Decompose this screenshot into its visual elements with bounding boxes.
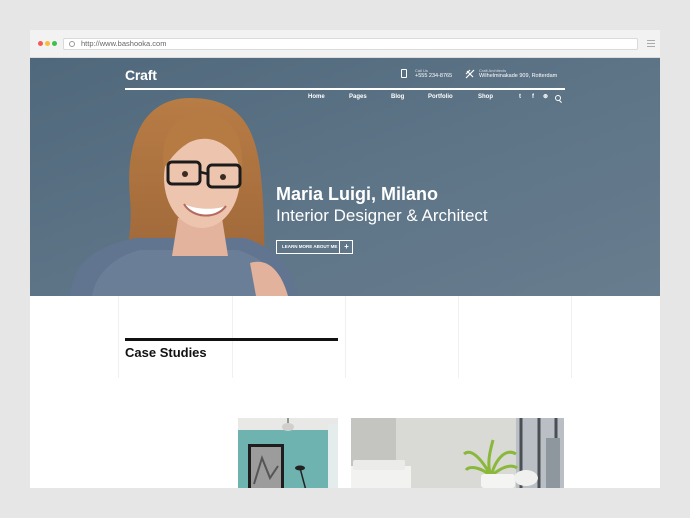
close-window-button[interactable] bbox=[38, 41, 43, 46]
phone-label: Call Us bbox=[415, 68, 428, 73]
nav-pages[interactable]: Pages bbox=[349, 94, 367, 100]
phone-icon bbox=[401, 69, 407, 78]
grid-line bbox=[345, 296, 346, 378]
nav-home[interactable]: Home bbox=[308, 94, 325, 100]
pinterest-icon[interactable]: ⊛ bbox=[543, 94, 548, 101]
header-divider bbox=[125, 88, 565, 90]
grid-line bbox=[458, 296, 459, 378]
phone-contact: Call Us +555 234-8765 bbox=[415, 68, 452, 80]
learn-more-button[interactable]: LEARN MORE ABOUT ME + bbox=[276, 240, 353, 254]
address-contact: Craft Architects Wilhelminakade 909, Rot… bbox=[479, 68, 557, 80]
hamburger-menu-icon[interactable] bbox=[647, 40, 655, 48]
grid-line bbox=[118, 296, 119, 378]
maximize-window-button[interactable] bbox=[52, 41, 57, 46]
hero-portrait-image bbox=[30, 58, 660, 296]
address-text: Wilhelminakade 909, Rotterdam bbox=[479, 73, 558, 79]
section-divider bbox=[125, 338, 338, 341]
case-study-image[interactable] bbox=[238, 418, 338, 488]
search-icon[interactable] bbox=[555, 95, 561, 101]
map-icon bbox=[465, 69, 475, 79]
main-content: Case Studies bbox=[30, 296, 660, 488]
hero-title: Maria Luigi, Milano bbox=[276, 184, 439, 204]
address-bar[interactable]: http://www.bashooka.com bbox=[63, 38, 638, 50]
minimize-window-button[interactable] bbox=[45, 41, 50, 46]
phone-number: +555 234-8765 bbox=[415, 73, 453, 79]
site-logo[interactable]: Craft bbox=[125, 67, 157, 83]
grid-line bbox=[232, 296, 233, 378]
hero-subtitle: Interior Designer & Architect bbox=[276, 206, 488, 225]
globe-icon bbox=[69, 41, 75, 47]
section-title: Case Studies bbox=[125, 345, 207, 360]
facebook-icon[interactable]: f bbox=[532, 94, 534, 101]
learn-more-label: LEARN MORE ABOUT ME bbox=[282, 244, 338, 249]
browser-toolbar: http://www.bashooka.com bbox=[30, 30, 660, 58]
hero-section: Craft Call Us +555 234-8765 Craft Archit… bbox=[30, 58, 660, 296]
grid-line bbox=[571, 296, 572, 378]
nav-shop[interactable]: Shop bbox=[478, 94, 493, 100]
nav-portfolio[interactable]: Portfolio bbox=[428, 94, 453, 100]
url-text[interactable]: http://www.bashooka.com bbox=[81, 39, 166, 49]
twitter-icon[interactable]: t bbox=[519, 94, 521, 101]
browser-window: http://www.bashooka.com Craft Call Us +5… bbox=[30, 30, 660, 488]
address-label: Craft Architects bbox=[479, 68, 507, 73]
nav-blog[interactable]: Blog bbox=[391, 94, 404, 100]
case-study-image[interactable] bbox=[351, 418, 564, 488]
plus-icon: + bbox=[339, 241, 353, 253]
